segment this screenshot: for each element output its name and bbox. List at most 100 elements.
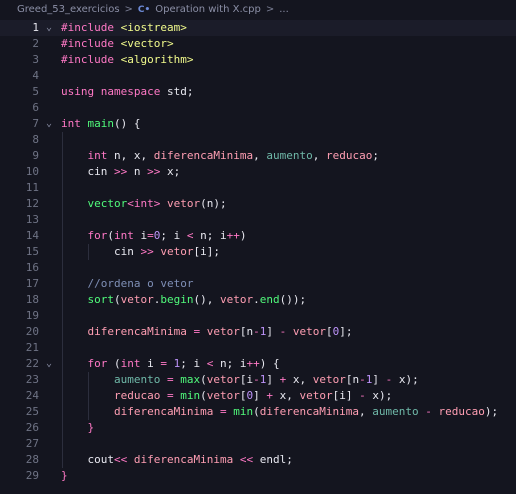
code-token: using namespace — [61, 85, 167, 98]
code-token: min — [180, 389, 201, 402]
line-number: 9 — [32, 149, 39, 162]
code-line[interactable]: 28 cout<< diferencaMinima << endl; — [0, 452, 516, 468]
breadcrumb-folder[interactable]: Greed_53_exercicios — [17, 4, 120, 15]
code-line[interactable]: 4 — [0, 68, 516, 84]
code-token: n — [127, 165, 148, 178]
code-token: ( — [200, 389, 207, 402]
line-number: 29 — [25, 469, 39, 482]
line-number: 16 — [25, 261, 39, 274]
code-line[interactable]: 27 — [0, 436, 516, 452]
code-token: end — [259, 293, 280, 306]
code-token: vector — [87, 197, 128, 210]
code-token: - — [253, 373, 260, 386]
code-token: = — [219, 405, 227, 418]
line-number: 13 — [25, 213, 39, 226]
code-token: aumento — [266, 149, 313, 162]
code-text: vector<int> vetor(n); — [61, 196, 227, 212]
code-token: [i] — [332, 389, 360, 402]
code-token: n, x, — [114, 149, 154, 162]
code-token: cin — [61, 165, 114, 178]
code-token: [i — [239, 373, 254, 386]
code-line[interactable]: 8 — [0, 132, 516, 148]
code-line[interactable]: 22 ⌄ for (int i = 1; i < n; i++) { — [0, 356, 516, 372]
code-token: ] — [253, 389, 267, 402]
code-line[interactable]: 11 — [0, 180, 516, 196]
code-text: #include <vector> — [61, 36, 174, 52]
code-text: #include <iostream> — [61, 20, 187, 36]
fold-chevron-icon[interactable]: ⌄ — [46, 356, 56, 372]
code-line[interactable]: 7 ⌄ int main() { — [0, 116, 516, 132]
breadcrumb-separator: > — [124, 4, 133, 15]
indent-guide — [62, 132, 63, 468]
code-line[interactable]: 15 cin >> vetor[i]; — [0, 244, 516, 260]
code-editor[interactable]: 1 ⌄ #include <iostream> 2 #include <vector> 3… — [0, 19, 516, 494]
code-line[interactable]: 25 diferencaMinima = min(diferencaMinima… — [0, 404, 516, 420]
code-token: vetor — [206, 373, 240, 386]
code-line[interactable]: 14 for(int i=0; i < n; i++) — [0, 228, 516, 244]
code-token: ; i — [180, 357, 207, 370]
code-token: >> — [113, 165, 128, 178]
code-line[interactable]: 23 aumento = max(vetor[i-1] + x, vetor[n… — [0, 372, 516, 388]
code-line[interactable]: 26 } — [0, 420, 516, 436]
code-token: #include — [61, 21, 121, 34]
code-text: cin >> vetor[i]; — [61, 244, 220, 260]
code-token: n; i — [213, 357, 247, 370]
fold-chevron-icon[interactable]: ⌄ — [46, 20, 56, 36]
code-token: int — [120, 357, 148, 370]
breadcrumb-file[interactable]: Operation with X.cpp — [155, 4, 261, 15]
code-token: - — [359, 389, 366, 402]
code-line[interactable]: 12 vector<int> vetor(n); — [0, 196, 516, 212]
code-token: << — [113, 453, 128, 466]
breadcrumb-separator-2: > — [265, 4, 275, 15]
code-line[interactable]: 13 — [0, 212, 516, 228]
code-line[interactable]: 6 — [0, 100, 516, 116]
code-token: sort — [87, 293, 115, 306]
code-line[interactable]: 19 — [0, 308, 516, 324]
code-line[interactable]: 17 //ordena o vetor — [0, 276, 516, 292]
code-text: aumento = max(vetor[i-1] + x, vetor[n-1]… — [61, 372, 419, 388]
breadcrumb: Greed_53_exercicios > C• Operation with … — [0, 0, 516, 19]
code-token: vetor — [220, 293, 254, 306]
code-text: diferencaMinima = min(diferencaMinima, a… — [61, 404, 498, 420]
code-token: begin — [160, 293, 194, 306]
code-token: reducao — [325, 149, 373, 162]
code-line[interactable]: 3 #include <algorithm> — [0, 52, 516, 68]
line-number: 22 — [25, 357, 39, 370]
code-token: max — [180, 373, 201, 386]
line-number: 18 — [25, 293, 39, 306]
code-token: ] — [266, 373, 280, 386]
code-line[interactable]: 29} — [0, 468, 516, 484]
code-line[interactable]: 5 using namespace std; — [0, 84, 516, 100]
code-line[interactable]: 18 sort(vetor.begin(), vetor.end()); — [0, 292, 516, 308]
code-token: . — [253, 293, 260, 306]
code-token: min — [233, 405, 254, 418]
code-token: ) — [239, 229, 247, 242]
code-token: std; — [166, 85, 194, 98]
code-token: , — [253, 149, 267, 162]
code-token: [i]; — [193, 245, 220, 258]
code-token: >> — [140, 245, 154, 258]
code-line[interactable]: 10 cin >> n >> x; — [0, 164, 516, 180]
code-line[interactable]: 20 diferencaMinima = vetor[n-1] - vetor[… — [0, 324, 516, 340]
code-line[interactable]: 16 — [0, 260, 516, 276]
code-token: cin — [61, 245, 141, 258]
code-token: >> — [147, 165, 161, 178]
code-line[interactable]: 21 — [0, 340, 516, 356]
code-token: ()); — [279, 293, 307, 306]
code-line[interactable]: 24 reducao = min(vetor[0] + x, vetor[i] … — [0, 388, 516, 404]
code-token: = — [160, 357, 167, 370]
line-number: 25 — [25, 405, 39, 418]
fold-chevron-icon[interactable]: ⌄ — [46, 116, 56, 132]
code-line[interactable]: 9 int n, x, diferencaMinima, aumento, re… — [0, 148, 516, 164]
code-token: (n); — [200, 197, 227, 210]
code-line[interactable]: 2 #include <vector> — [0, 36, 516, 52]
code-token: vetor — [167, 197, 201, 210]
code-line[interactable]: 1 ⌄ #include <iostream> — [0, 20, 516, 36]
code-token: reducao — [113, 389, 161, 402]
breadcrumb-more[interactable]: ... — [279, 4, 289, 15]
